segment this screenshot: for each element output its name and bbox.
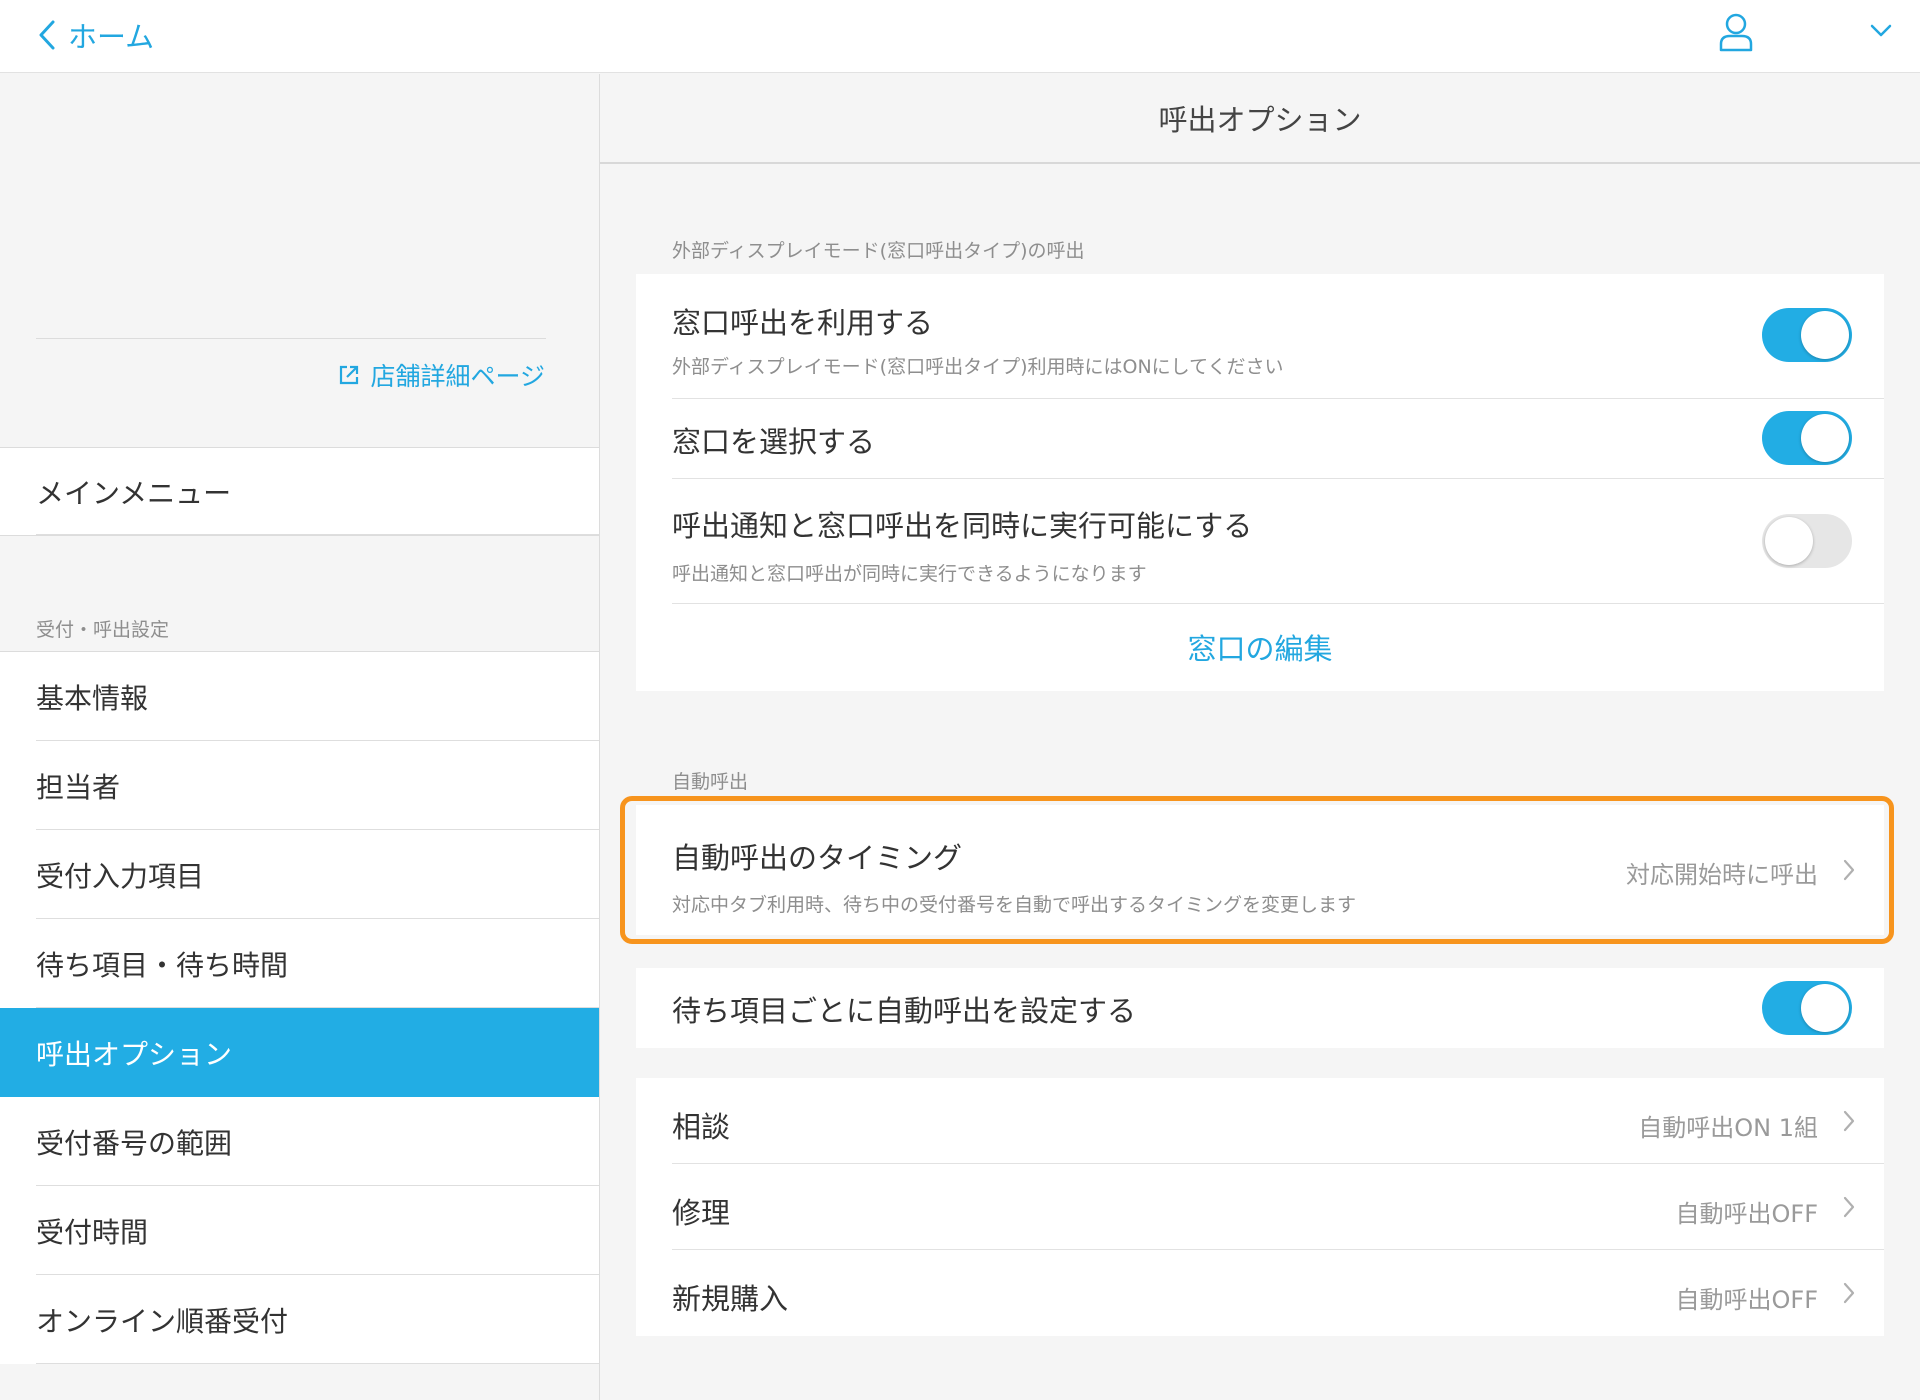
row-title: 自動呼出のタイミング <box>672 841 963 875</box>
toggle-knob <box>1801 414 1849 462</box>
sidebar-item-online-queue[interactable]: オンライン順番受付 <box>0 1275 599 1364</box>
chevron-right-icon <box>1843 1196 1855 1218</box>
row-value: 自動呼出ON 1組 <box>1638 1114 1818 1142</box>
wait-items-card: 相談 自動呼出ON 1組 修理 自動呼出OFF 新規購入 自動呼出OFF <box>636 1078 1884 1336</box>
sidebar-item-label: メインメニュー <box>36 476 232 510</box>
sidebar-item-input-fields[interactable]: 受付入力項目 <box>0 830 599 919</box>
toggle-knob <box>1801 984 1849 1032</box>
select-window-toggle[interactable] <box>1762 411 1852 465</box>
store-detail-link[interactable]: 店舗詳細ページ <box>338 357 545 393</box>
sidebar-item-label: 待ち項目・待ち時間 <box>36 948 289 982</box>
external-display-card: 窓口呼出を利用する 外部ディスプレイモード(窓口呼出タイプ)利用時にはONにして… <box>636 274 1884 691</box>
per-item-auto-call-toggle[interactable] <box>1762 981 1852 1035</box>
row-title: 修理 <box>672 1196 731 1230</box>
chevron-right-icon <box>1843 859 1855 881</box>
sidebar-item-label: 担当者 <box>36 770 121 804</box>
toggle-knob <box>1765 517 1813 565</box>
simultaneous-call-toggle[interactable] <box>1762 514 1852 568</box>
chevron-right-icon <box>1843 1282 1855 1304</box>
sidebar-item-label: 基本情報 <box>36 681 149 715</box>
window-call-toggle[interactable] <box>1762 308 1852 362</box>
row-title: 相談 <box>672 1110 731 1144</box>
row-subtitle: 呼出通知と窓口呼出が同時に実行できるようになります <box>672 563 1147 585</box>
section-label-auto-call: 自動呼出 <box>672 771 749 793</box>
row-title: 待ち項目ごとに自動呼出を設定する <box>672 994 1137 1028</box>
wait-item-row[interactable]: 相談 自動呼出ON 1組 <box>636 1078 1884 1164</box>
chevron-left-icon <box>39 20 55 50</box>
main-panel: 呼出オプション 外部ディスプレイモード(窓口呼出タイプ)の呼出 窓口呼出を利用す… <box>600 74 1920 1400</box>
section-label-external-display: 外部ディスプレイモード(窓口呼出タイプ)の呼出 <box>672 240 1085 262</box>
timing-row-content: 自動呼出のタイミング 対応中タブ利用時、待ち中の受付番号を自動で呼出するタイミン… <box>636 805 1884 935</box>
row-divider <box>672 603 1884 604</box>
edit-windows-link[interactable]: 窓口の編集 <box>636 626 1884 668</box>
simultaneous-call-row: 呼出通知と窓口呼出を同時に実行可能にする 呼出通知と窓口呼出が同時に実行できるよ… <box>636 479 1884 604</box>
main-menu-block: メインメニュー <box>0 447 599 536</box>
row-title: 窓口呼出を利用する <box>672 306 934 340</box>
chevron-right-icon <box>1843 1110 1855 1132</box>
sidebar-section-label: 受付・呼出設定 <box>36 619 170 641</box>
sidebar-item-number-range[interactable]: 受付番号の範囲 <box>0 1097 599 1186</box>
row-value: 自動呼出OFF <box>1675 1200 1819 1228</box>
sidebar-item-label: 呼出オプション <box>36 1037 233 1071</box>
top-bar: ホーム <box>0 0 1920 73</box>
user-icon[interactable] <box>1718 12 1754 52</box>
sidebar-item-reception-hours[interactable]: 受付時間 <box>0 1186 599 1275</box>
page-title: 呼出オプション <box>600 74 1920 164</box>
select-window-row: 窓口を選択する <box>636 399 1884 479</box>
back-label: ホーム <box>68 20 155 54</box>
auto-call-timing-row[interactable]: 自動呼出のタイミング 対応中タブ利用時、待ち中の受付番号を自動で呼出するタイミン… <box>636 805 1884 935</box>
row-value: 自動呼出OFF <box>1675 1286 1819 1314</box>
back-button[interactable]: ホーム <box>38 10 154 60</box>
row-value: 対応開始時に呼出 <box>1626 861 1818 889</box>
sidebar-item-wait-items[interactable]: 待ち項目・待ち時間 <box>0 919 599 1008</box>
sidebar-item-main-menu[interactable]: メインメニュー <box>0 448 599 535</box>
row-title: 呼出通知と窓口呼出を同時に実行可能にする <box>672 509 1253 543</box>
row-title: 新規購入 <box>672 1282 789 1316</box>
external-link-icon <box>340 365 359 385</box>
sidebar-item-basic-info[interactable]: 基本情報 <box>0 652 599 741</box>
sidebar-item-label: 受付番号の範囲 <box>36 1126 233 1160</box>
wait-item-row[interactable]: 新規購入 自動呼出OFF <box>636 1250 1884 1336</box>
row-title: 窓口を選択する <box>672 425 876 459</box>
store-detail-label: 店舗詳細ページ <box>370 362 545 391</box>
per-item-auto-call-card: 待ち項目ごとに自動呼出を設定する <box>636 968 1884 1048</box>
per-item-auto-call-row: 待ち項目ごとに自動呼出を設定する <box>636 968 1884 1048</box>
sidebar-item-label: オンライン順番受付 <box>36 1304 289 1338</box>
sidebar-item-label: 受付入力項目 <box>36 859 205 893</box>
settings-menu: 基本情報 担当者 受付入力項目 待ち項目・待ち時間 呼出オプション 受付番号の範… <box>0 651 599 1364</box>
row-subtitle: 外部ディスプレイモード(窓口呼出タイプ)利用時にはONにしてください <box>672 356 1284 378</box>
chevron-down-icon[interactable] <box>1868 18 1894 42</box>
sidebar: 店舗詳細ページ メインメニュー 受付・呼出設定 基本情報 担当者 受付入力項目 … <box>0 74 600 1400</box>
window-call-row: 窓口呼出を利用する 外部ディスプレイモード(窓口呼出タイプ)利用時にはONにして… <box>636 274 1884 399</box>
sidebar-divider <box>36 338 546 339</box>
wait-item-row[interactable]: 修理 自動呼出OFF <box>636 1164 1884 1250</box>
row-subtitle: 対応中タブ利用時、待ち中の受付番号を自動で呼出するタイミングを変更します <box>672 894 1357 916</box>
sidebar-item-staff[interactable]: 担当者 <box>0 741 599 830</box>
sidebar-item-call-options[interactable]: 呼出オプション <box>0 1008 599 1097</box>
sidebar-item-label: 受付時間 <box>36 1215 149 1249</box>
toggle-knob <box>1801 311 1849 359</box>
